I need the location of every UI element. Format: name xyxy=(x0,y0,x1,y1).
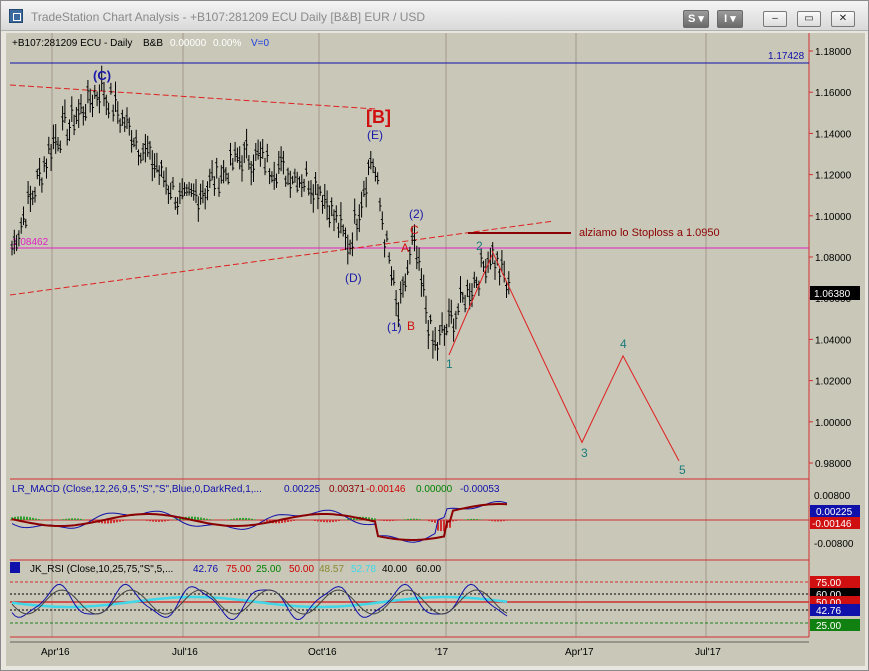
macd-label: LR_MACD (Close,12,26,9,5,"S","S",Blue,0,… xyxy=(12,484,262,495)
rsi-label: JK_RSI (Close,10,25,75,"S",5,... xyxy=(30,564,173,575)
style-menu-label: S xyxy=(688,13,696,25)
insert-menu-button[interactable]: I ▾ xyxy=(717,10,743,28)
restore-button[interactable]: ▭ xyxy=(797,11,821,27)
indicator-value: 40.00 xyxy=(382,564,407,575)
price-tick-label: 1.02000 xyxy=(815,377,852,388)
close-button[interactable]: ✕ xyxy=(831,11,855,27)
rsi-color-swatch xyxy=(10,562,20,573)
price-tick-label: 1.10000 xyxy=(815,212,852,223)
indicator-value: 60.00 xyxy=(416,564,441,575)
time-tick-label: Jul'17 xyxy=(695,647,721,658)
time-tick-label: '17 xyxy=(435,647,448,658)
stoploss-annotation: alziamo lo Stoploss a 1.0950 xyxy=(579,227,720,239)
indicator-value: 50.00 xyxy=(289,564,314,575)
wave-label-b-big: [B] xyxy=(366,107,391,127)
time-tick-label: Apr'16 xyxy=(41,647,70,658)
rsi-axis-value: 42.76 xyxy=(816,606,841,617)
wave-label-e: (E) xyxy=(367,128,383,142)
header-symbol: +B107:281209 ECU - Daily xyxy=(12,38,132,49)
price-tick-label: 1.16000 xyxy=(815,88,852,99)
time-tick-label: Oct'16 xyxy=(308,647,337,658)
rsi-axis-value: 25.00 xyxy=(816,621,841,632)
last-price-value: 1.06380 xyxy=(814,289,851,300)
header-value-1: 0.00000 xyxy=(170,38,207,49)
indicator-value: 0.00225 xyxy=(284,484,321,495)
window-title: TradeStation Chart Analysis - +B107:2812… xyxy=(31,10,426,24)
indicator-value: -0.00146 xyxy=(366,484,406,495)
macd-tick-bottom: -0.00800 xyxy=(814,539,854,550)
price-panel[interactable] xyxy=(10,33,805,477)
wave-label-5: 5 xyxy=(679,463,686,477)
wave-label-3: 3 xyxy=(581,446,588,460)
insert-menu-label: I xyxy=(724,13,728,25)
indicator-value: 52.78 xyxy=(351,564,376,575)
time-tick-label: Apr'17 xyxy=(565,647,594,658)
close-icon: ✕ xyxy=(838,13,848,24)
magenta-line-value: 1.08462 xyxy=(12,237,49,248)
restore-icon: ▭ xyxy=(804,13,814,24)
price-tick-label: 1.14000 xyxy=(815,129,852,140)
minimize-button[interactable]: – xyxy=(763,11,787,27)
price-tick-label: 1.18000 xyxy=(815,47,852,58)
chart-svg[interactable]: +B107:281209 ECU - Daily B&B 0.00000 0.0… xyxy=(6,33,865,666)
indicator-value: 25.00 xyxy=(256,564,281,575)
wave-label-1-paren: (1) xyxy=(387,320,402,334)
price-tick-label: 1.04000 xyxy=(815,335,852,346)
macd-axis-value-red: -0.00146 xyxy=(812,519,852,530)
wave-label-4: 4 xyxy=(620,337,627,351)
indicator-value: 0.00371 xyxy=(329,484,366,495)
macd-axis-value-blue: 0.00225 xyxy=(816,507,853,518)
macd-values: 0.00225 0.00371 -0.00146 0.00000 -0.00053 xyxy=(284,484,500,495)
wave-label-c-top: (C) xyxy=(93,68,111,83)
wave-label-d: (D) xyxy=(345,271,362,285)
header-strategy: B&B xyxy=(143,38,163,49)
wave-label-2-paren: (2) xyxy=(409,207,424,221)
header-value-2: 0.00% xyxy=(213,38,241,49)
rsi-axis-boxes: 75.0060.0050.0042.7625.00 xyxy=(810,576,860,632)
minimize-icon: – xyxy=(772,13,778,24)
wave-label-2: 2 xyxy=(476,239,483,253)
app-icon xyxy=(9,9,23,23)
indicator-value: 48.57 xyxy=(319,564,344,575)
macd-tick-top: 0.00800 xyxy=(814,491,851,502)
time-tick-label: Jul'16 xyxy=(172,647,198,658)
title-bar[interactable]: TradeStation Chart Analysis - +B107:2812… xyxy=(1,1,868,31)
indicator-value: 0.00000 xyxy=(416,484,453,495)
indicator-value: -0.00053 xyxy=(460,484,500,495)
price-tick-label: 0.98000 xyxy=(815,459,852,470)
price-tick-label: 1.00000 xyxy=(815,418,852,429)
price-tick-label: 1.12000 xyxy=(815,171,852,182)
chart-area[interactable]: +B107:281209 ECU - Daily B&B 0.00000 0.0… xyxy=(6,33,865,666)
blue-line-value: 1.17428 xyxy=(768,51,805,62)
chart-window: TradeStation Chart Analysis - +B107:2812… xyxy=(0,0,869,671)
wave-label-c-small: C xyxy=(410,223,419,237)
wave-label-1: 1 xyxy=(446,357,453,371)
header-value-3: V=0 xyxy=(251,38,270,49)
indicator-value: 42.76 xyxy=(193,564,218,575)
wave-label-b-small: B xyxy=(407,319,415,333)
indicator-value: 75.00 xyxy=(226,564,251,575)
style-menu-button[interactable]: S ▾ xyxy=(683,10,709,28)
wave-label-a-small: A xyxy=(401,241,409,255)
rsi-axis-value: 75.00 xyxy=(816,578,841,589)
price-tick-label: 1.08000 xyxy=(815,253,852,264)
